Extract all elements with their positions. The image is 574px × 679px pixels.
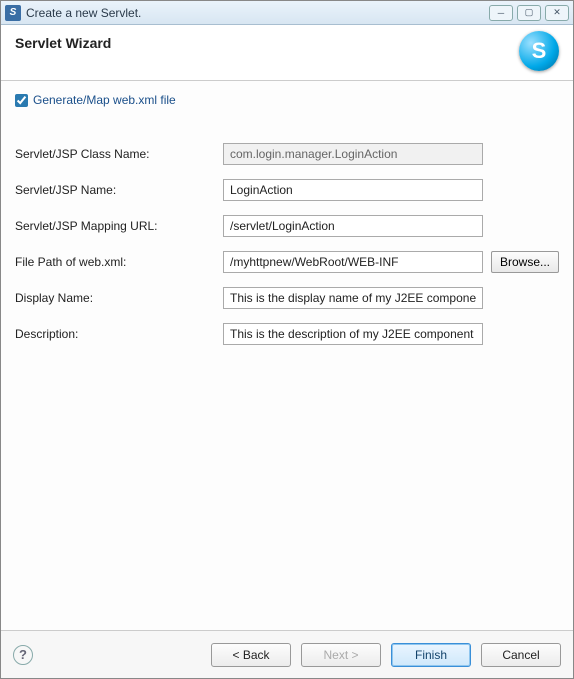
browse-button[interactable]: Browse... <box>491 251 559 273</box>
wizard-footer: ? < Back Next > Finish Cancel <box>1 630 573 678</box>
wizard-title: Servlet Wizard <box>15 35 559 51</box>
class-name-input <box>223 143 483 165</box>
servlet-name-input[interactable] <box>223 179 483 201</box>
display-name-label: Display Name: <box>15 291 215 305</box>
wizard-body: Generate/Map web.xml file Servlet/JSP Cl… <box>1 81 573 630</box>
help-icon[interactable]: ? <box>13 645 33 665</box>
servlet-name-label: Servlet/JSP Name: <box>15 183 215 197</box>
app-icon: S <box>5 5 21 21</box>
maximize-button[interactable]: ▢ <box>517 5 541 21</box>
minimize-button[interactable]: ─ <box>489 5 513 21</box>
description-input[interactable] <box>223 323 483 345</box>
generate-map-checkbox[interactable] <box>15 94 28 107</box>
mapping-url-input[interactable] <box>223 215 483 237</box>
cancel-button[interactable]: Cancel <box>481 643 561 667</box>
class-name-label: Servlet/JSP Class Name: <box>15 147 215 161</box>
description-label: Description: <box>15 327 215 341</box>
file-path-label: File Path of web.xml: <box>15 255 215 269</box>
wizard-header: Servlet Wizard S <box>1 25 573 81</box>
generate-map-label[interactable]: Generate/Map web.xml file <box>33 93 176 107</box>
titlebar: S Create a new Servlet. ─ ▢ ✕ <box>1 1 573 25</box>
finish-button[interactable]: Finish <box>391 643 471 667</box>
next-button: Next > <box>301 643 381 667</box>
display-name-input[interactable] <box>223 287 483 309</box>
brand-logo-icon: S <box>519 31 559 71</box>
form-grid: Servlet/JSP Class Name: Servlet/JSP Name… <box>15 143 559 345</box>
close-button[interactable]: ✕ <box>545 5 569 21</box>
window-controls: ─ ▢ ✕ <box>489 5 569 21</box>
dialog-window: S Create a new Servlet. ─ ▢ ✕ Servlet Wi… <box>0 0 574 679</box>
back-button[interactable]: < Back <box>211 643 291 667</box>
generate-map-row: Generate/Map web.xml file <box>15 93 559 107</box>
file-path-input[interactable] <box>223 251 483 273</box>
window-title: Create a new Servlet. <box>26 6 489 20</box>
mapping-url-label: Servlet/JSP Mapping URL: <box>15 219 215 233</box>
